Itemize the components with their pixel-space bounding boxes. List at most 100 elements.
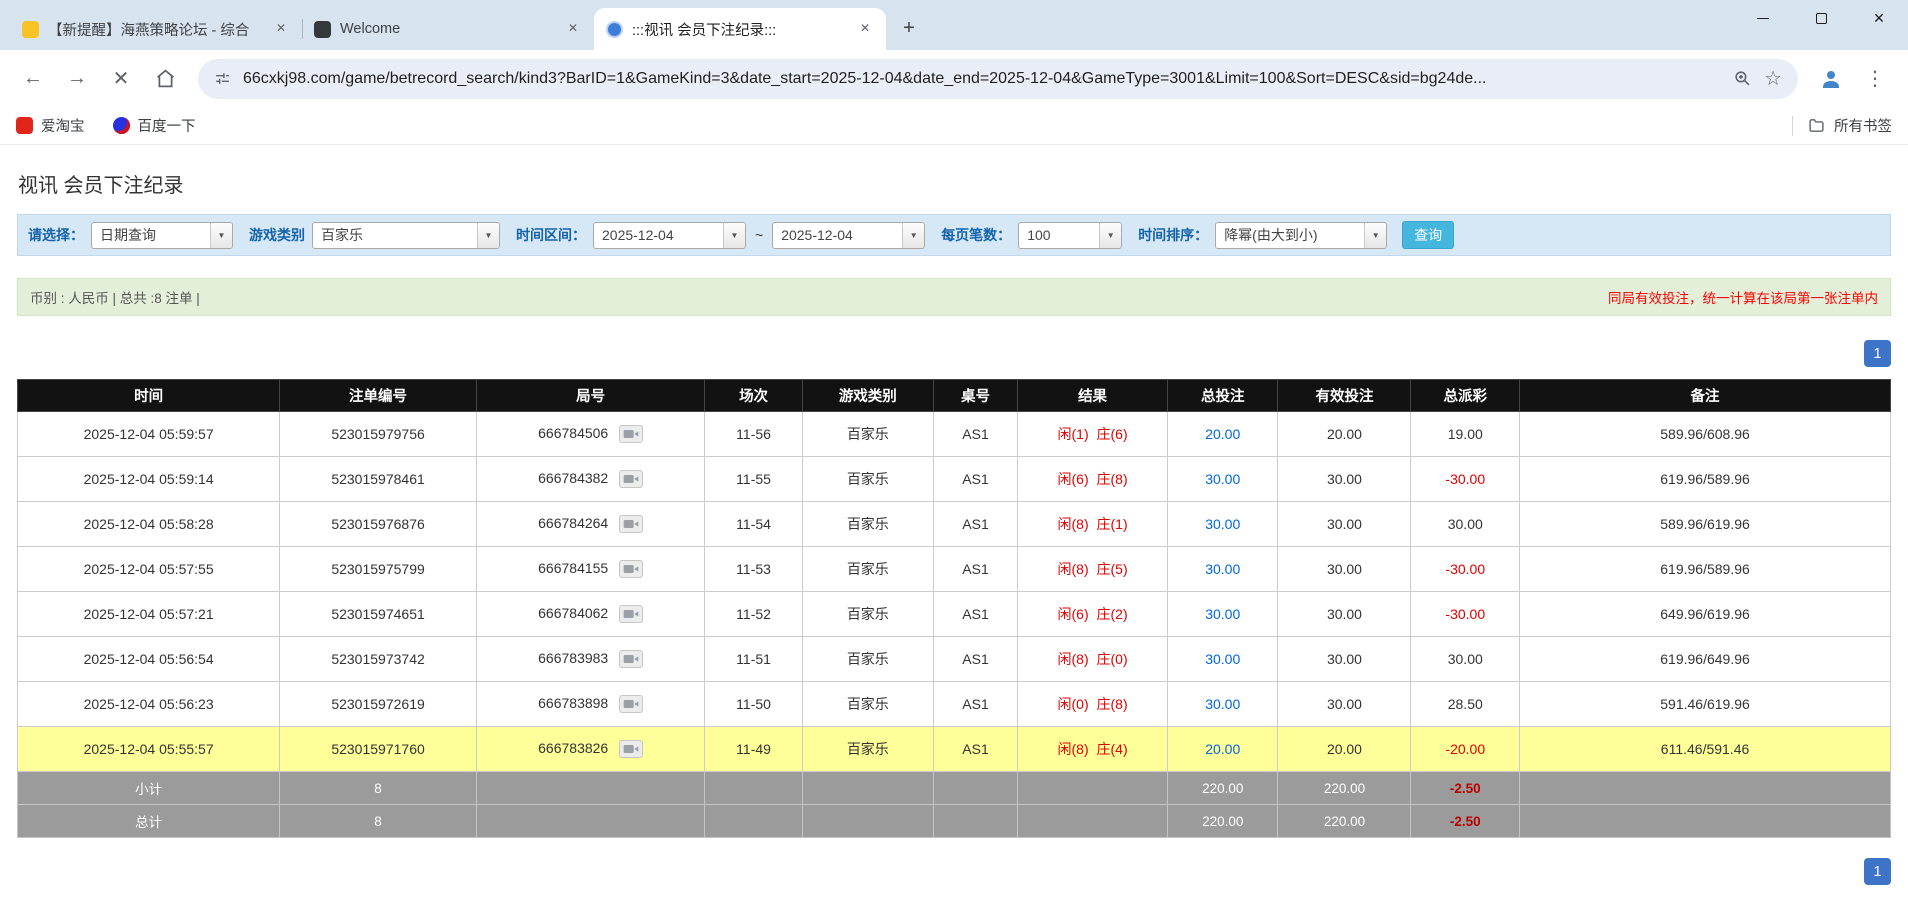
table-row: 2025-12-04 05:55:57 523015971760 6667838… [16, 726, 1891, 772]
url-text[interactable]: 66cxkj98.com/game/betrecord_search/kind3… [243, 70, 1721, 88]
empty-cell [704, 804, 803, 838]
video-replay-icon[interactable] [619, 605, 644, 624]
window-maximize-button[interactable] [1792, 0, 1850, 36]
site-info-icon[interactable] [214, 70, 231, 87]
chevron-down-icon[interactable]: ▼ [723, 222, 745, 248]
new-tab-button[interactable]: + [894, 14, 924, 44]
chevron-down-icon[interactable]: ▼ [902, 222, 925, 248]
empty-cell [475, 771, 706, 805]
subtotal-label: 小计 [16, 771, 281, 805]
round-cell: 666784382 [475, 456, 706, 502]
tab-close-icon[interactable]: ✕ [856, 20, 874, 38]
total-bet-link[interactable]: 20.00 [1205, 426, 1240, 442]
pagination-top: 1 [17, 340, 1891, 367]
total-bet-link[interactable]: 30.00 [1205, 696, 1240, 712]
payout: 19.00 [1410, 411, 1521, 457]
balance-note: 589.96/608.96 [1519, 411, 1891, 457]
window-minimize-button[interactable] [1734, 0, 1792, 36]
table-row: 2025-12-04 05:59:14 523015978461 6667843… [16, 456, 1891, 502]
bet-id: 523015975799 [279, 546, 477, 592]
game-type: 百家乐 [801, 501, 934, 547]
balance-note: 589.96/619.96 [1519, 501, 1891, 547]
date-start-input[interactable]: 2025-12-04 ▼ [593, 221, 746, 249]
bet-id: 523015979756 [279, 411, 477, 457]
session-number: 11-53 [704, 546, 803, 592]
video-replay-icon[interactable] [619, 650, 644, 669]
browser-toolbar: ← → ✕ 66cxkj98.com/game/betrecord_search… [0, 50, 1908, 107]
round-id: 666783983 [538, 649, 609, 666]
tab-bet-records[interactable]: :::视讯 会员下注纪录::: ✕ [594, 8, 886, 50]
url-bar[interactable]: 66cxkj98.com/game/betrecord_search/kind3… [198, 58, 1798, 99]
filter-bar: 请选择： 日期查询 ▼ 游戏类别 百家乐 ▼ 时间区间： 2025-12-04 … [17, 214, 1891, 256]
session-number: 11-49 [704, 726, 803, 772]
video-replay-icon[interactable] [619, 740, 644, 759]
session-number: 11-56 [704, 411, 803, 457]
subtotal-payout: -2.50 [1410, 771, 1521, 805]
bookmark-aitaobao[interactable]: 爱淘宝 [16, 115, 85, 136]
video-replay-icon[interactable] [619, 470, 644, 489]
total-label: 总计 [16, 804, 281, 838]
video-replay-icon[interactable] [619, 425, 644, 444]
chevron-down-icon[interactable]: ▼ [1364, 222, 1387, 248]
round-id: 666783898 [538, 694, 609, 711]
window-close-button[interactable]: ✕ [1850, 0, 1908, 36]
empty-cell [1017, 771, 1168, 805]
bookmark-baidu[interactable]: 百度一下 [112, 115, 196, 136]
col-table-no: 桌号 [932, 379, 1019, 412]
bookmark-star-icon[interactable]: ☆ [1764, 66, 1782, 91]
profile-avatar[interactable] [1812, 60, 1850, 98]
page-size-value: 100 [1027, 227, 1051, 243]
stop-button[interactable]: ✕ [102, 60, 140, 98]
valid-bet: 30.00 [1277, 591, 1412, 637]
game-type-select[interactable]: 百家乐 ▼ [312, 221, 500, 249]
table-number: AS1 [932, 546, 1019, 592]
payout: 28.50 [1410, 681, 1521, 727]
empty-cell [932, 804, 1019, 838]
sort-select[interactable]: 降幂(由大到小) ▼ [1215, 221, 1388, 249]
chevron-down-icon[interactable]: ▼ [1099, 222, 1122, 248]
table-row: 2025-12-04 05:57:55 523015975799 6667841… [16, 546, 1891, 592]
zoom-icon[interactable] [1733, 69, 1752, 88]
query-type-select[interactable]: 日期查询 ▼ [91, 221, 233, 249]
total-payout: -2.50 [1410, 804, 1521, 838]
all-bookmarks-button[interactable]: 所有书签 [1807, 115, 1892, 136]
total-bet-link[interactable]: 30.00 [1205, 651, 1240, 667]
game-type: 百家乐 [801, 726, 934, 772]
page-1-button[interactable]: 1 [1864, 858, 1891, 885]
chevron-down-icon[interactable]: ▼ [477, 222, 499, 248]
page-1-button[interactable]: 1 [1864, 340, 1891, 367]
video-replay-icon[interactable] [619, 560, 644, 579]
bet-time: 2025-12-04 05:57:55 [16, 546, 281, 592]
tab-welcome[interactable]: Welcome ✕ [302, 8, 594, 50]
video-replay-icon[interactable] [619, 515, 644, 534]
bookmark-label: 百度一下 [137, 119, 196, 135]
home-button[interactable] [146, 60, 184, 98]
video-replay-icon[interactable] [619, 695, 644, 714]
bet-time: 2025-12-04 05:56:23 [16, 681, 281, 727]
total-bet-link[interactable]: 20.00 [1205, 741, 1240, 757]
session-number: 11-55 [704, 456, 803, 502]
query-button[interactable]: 查询 [1402, 221, 1455, 249]
round-cell: 666783983 [475, 636, 706, 682]
date-end-input[interactable]: 2025-12-04 ▼ [772, 221, 926, 249]
col-session: 场次 [704, 379, 803, 412]
total-bet-link[interactable]: 30.00 [1205, 606, 1240, 622]
total-bet-link[interactable]: 30.00 [1205, 561, 1240, 577]
bet-id: 523015978461 [279, 456, 477, 502]
tab-close-icon[interactable]: ✕ [564, 20, 582, 38]
back-button[interactable]: ← [14, 60, 52, 98]
page-size-input[interactable]: 100 ▼ [1018, 221, 1123, 249]
round-cell: 666783898 [475, 681, 706, 727]
total-bet-cell: 30.00 [1166, 681, 1279, 727]
menu-kebab-icon[interactable]: ⋮ [1856, 60, 1894, 98]
currency-summary: 币别 : 人民币 | 总共 :8 注单 | [30, 291, 200, 306]
total-bet-cell: 30.00 [1166, 456, 1279, 502]
bet-id: 523015972619 [279, 681, 477, 727]
tab-forum[interactable]: 【新提醒】海燕策略论坛 - 综合 ✕ [10, 8, 302, 50]
total-bet-link[interactable]: 30.00 [1205, 471, 1240, 487]
payout: -30.00 [1410, 456, 1521, 502]
tab-close-icon[interactable]: ✕ [272, 20, 290, 38]
total-bet-link[interactable]: 30.00 [1205, 516, 1240, 532]
chevron-down-icon[interactable]: ▼ [210, 222, 232, 248]
forward-button[interactable]: → [58, 60, 96, 98]
